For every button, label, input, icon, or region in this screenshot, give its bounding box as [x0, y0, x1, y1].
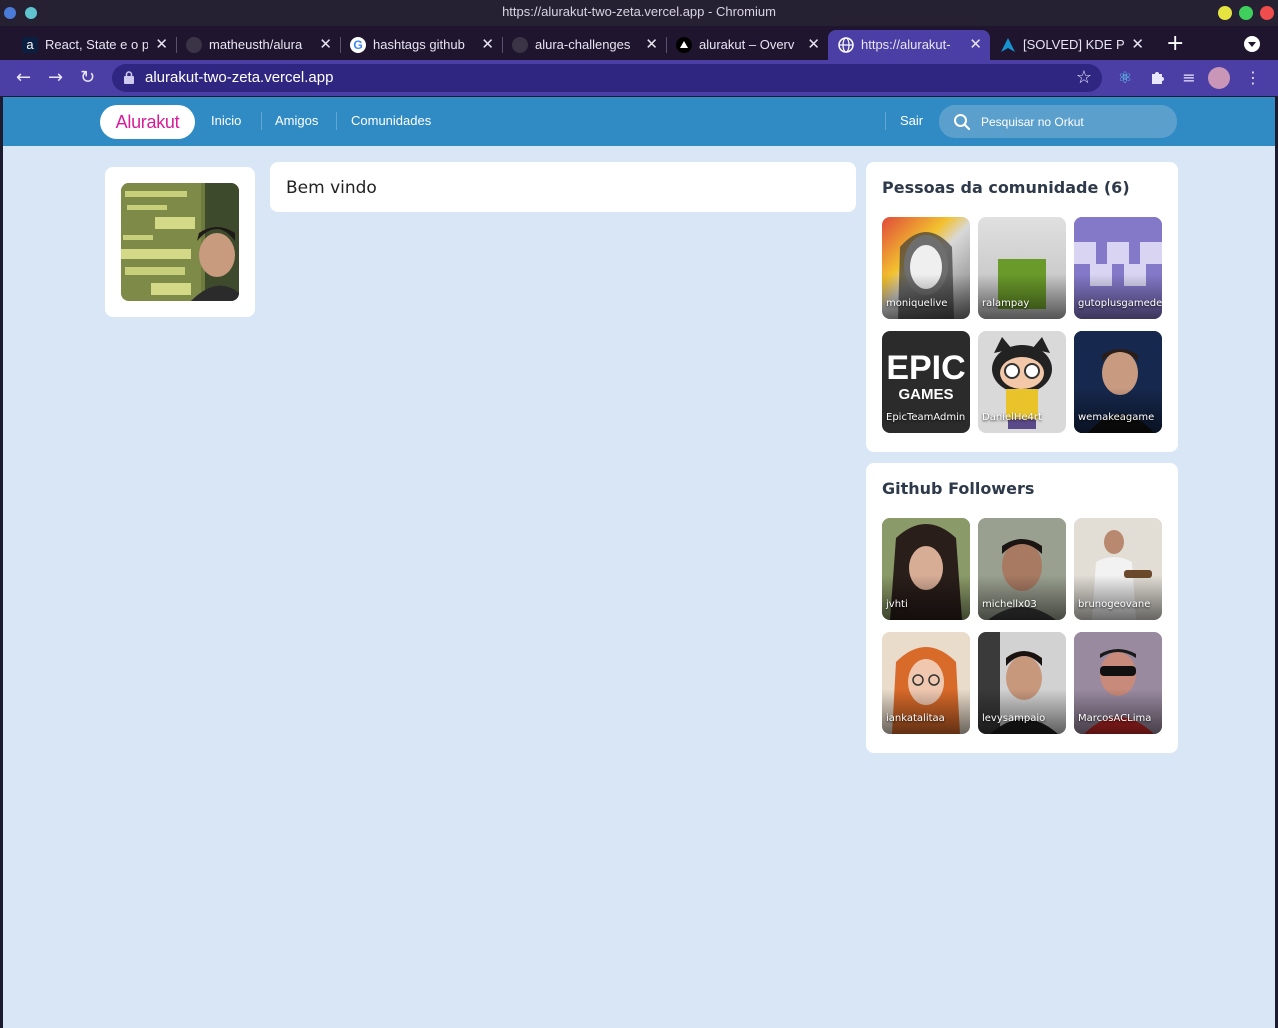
alurakut-logo[interactable]: Alurakut — [100, 105, 195, 139]
person-name: levysampaio — [982, 713, 1046, 724]
arch-icon — [1000, 37, 1016, 53]
window-title: https://alurakut-two-zeta.vercel.app - C… — [502, 4, 776, 19]
close-tab-icon[interactable]: ✕ — [481, 35, 494, 53]
site-search[interactable] — [939, 105, 1177, 138]
svg-text:EPIC: EPIC — [886, 349, 965, 387]
welcome-title: Bem vindo — [286, 178, 377, 198]
address-bar[interactable]: alurakut-two-zeta.vercel.app ☆ — [112, 64, 1102, 92]
close-tab-icon[interactable]: ✕ — [319, 35, 332, 53]
minimize-button[interactable] — [1218, 6, 1232, 20]
svg-text:GAMES: GAMES — [898, 386, 953, 403]
browser-toolbar: ← → ↻ alurakut-two-zeta.vercel.app ☆ ⚛ ≡… — [0, 60, 1278, 96]
tab-alura-challenges[interactable]: alura-challenges ✕ — [502, 30, 667, 60]
person-name: wemakeagame — [1078, 412, 1155, 423]
person-name: brunogeovane — [1078, 599, 1151, 610]
new-tab-button[interactable]: + — [1166, 31, 1184, 56]
person-name: gutoplusgamedev — [1078, 298, 1162, 309]
vercel-icon — [676, 37, 692, 53]
follower-card[interactable]: MarcosACLima — [1074, 632, 1162, 734]
alura-icon: a — [22, 37, 38, 53]
page-viewport: Alurakut Inicio Amigos Comunidades Sair — [3, 97, 1275, 1028]
community-title: Pessoas da comunidade (6) — [882, 178, 1130, 197]
follower-card[interactable]: levysampaio — [978, 632, 1066, 734]
browser-menu-icon[interactable]: ⋮ — [1242, 67, 1264, 89]
community-person[interactable]: moniquelive — [882, 217, 970, 319]
community-person[interactable]: DanielHe4rt — [978, 331, 1066, 433]
url-text: alurakut-two-zeta.vercel.app — [145, 69, 334, 86]
google-icon: G — [350, 37, 366, 53]
back-button[interactable]: ← — [16, 67, 31, 88]
tab-hashtags-github[interactable]: G hashtags github ✕ — [340, 30, 503, 60]
close-tab-icon[interactable]: ✕ — [645, 35, 658, 53]
close-tab-icon[interactable]: ✕ — [969, 35, 982, 53]
close-window-button[interactable] — [1260, 6, 1274, 20]
follower-card[interactable]: iankatalitaa — [882, 632, 970, 734]
site-header: Alurakut Inicio Amigos Comunidades Sair — [3, 97, 1275, 146]
forward-button[interactable]: → — [48, 67, 63, 88]
person-name: iankatalitaa — [886, 713, 945, 724]
search-input[interactable] — [981, 112, 1167, 132]
tab-search-button[interactable] — [1244, 36, 1260, 52]
extensions-puzzle-icon[interactable] — [1146, 67, 1168, 89]
tab-react-state[interactable]: a React, State e o p ✕ — [12, 30, 177, 60]
nav-amigos[interactable]: Amigos — [275, 113, 318, 128]
tab-strip: a React, State e o p ✕ matheusth/alura ✕… — [0, 26, 1278, 60]
welcome-box: Bem vindo — [270, 162, 856, 212]
nav-inicio[interactable]: Inicio — [211, 113, 241, 128]
tab-matheusth-alura[interactable]: matheusth/alura ✕ — [176, 30, 341, 60]
close-tab-icon[interactable]: ✕ — [1131, 35, 1144, 53]
reload-button[interactable]: ↻ — [80, 67, 95, 88]
profile-avatar[interactable] — [1208, 67, 1230, 89]
community-person[interactable]: EPIC GAMES EpicTeamAdmin — [882, 331, 970, 433]
community-person[interactable]: wemakeagame — [1074, 331, 1162, 433]
maximize-button[interactable] — [1239, 6, 1253, 20]
followers-title: Github Followers — [882, 479, 1035, 498]
lock-icon — [124, 71, 134, 84]
window-titlebar: https://alurakut-two-zeta.vercel.app - C… — [0, 0, 1278, 26]
person-name: moniquelive — [886, 298, 948, 309]
github-icon — [512, 37, 528, 53]
community-person[interactable]: ralampay — [978, 217, 1066, 319]
tab-kde-solved[interactable]: [SOLVED] KDE Pl ✕ — [990, 30, 1152, 60]
follower-card[interactable]: jvhti — [882, 518, 970, 620]
followers-box: Github Followers jvhti michellx03 brunog… — [866, 463, 1178, 753]
globe-icon — [838, 37, 854, 53]
profile-photo[interactable] — [121, 183, 239, 301]
media-queue-icon[interactable]: ≡ — [1178, 67, 1200, 89]
community-person[interactable]: gutoplusgamedev — [1074, 217, 1162, 319]
person-name: EpicTeamAdmin — [886, 412, 966, 423]
tab-alurakut-overview[interactable]: alurakut – Overv ✕ — [666, 30, 828, 60]
follower-card[interactable]: michellx03 — [978, 518, 1066, 620]
close-tab-icon[interactable]: ✕ — [807, 35, 820, 53]
bookmark-star-icon[interactable]: ☆ — [1076, 67, 1092, 88]
profile-sidebar — [105, 167, 255, 317]
logout-link[interactable]: Sair — [900, 113, 923, 128]
search-icon — [954, 114, 971, 131]
community-box: Pessoas da comunidade (6) moniquelive ra… — [866, 162, 1178, 452]
person-name: DanielHe4rt — [982, 412, 1042, 423]
person-name: ralampay — [982, 298, 1030, 309]
person-name: jvhti — [886, 599, 908, 610]
person-name: michellx03 — [982, 599, 1037, 610]
close-tab-icon[interactable]: ✕ — [155, 35, 168, 53]
nav-comunidades[interactable]: Comunidades — [351, 113, 431, 128]
react-devtools-icon[interactable]: ⚛ — [1114, 67, 1136, 89]
person-name: MarcosACLima — [1078, 713, 1152, 724]
tab-alurakut-active[interactable]: https://alurakut- ✕ — [828, 30, 990, 60]
github-icon — [186, 37, 202, 53]
follower-card[interactable]: brunogeovane — [1074, 518, 1162, 620]
